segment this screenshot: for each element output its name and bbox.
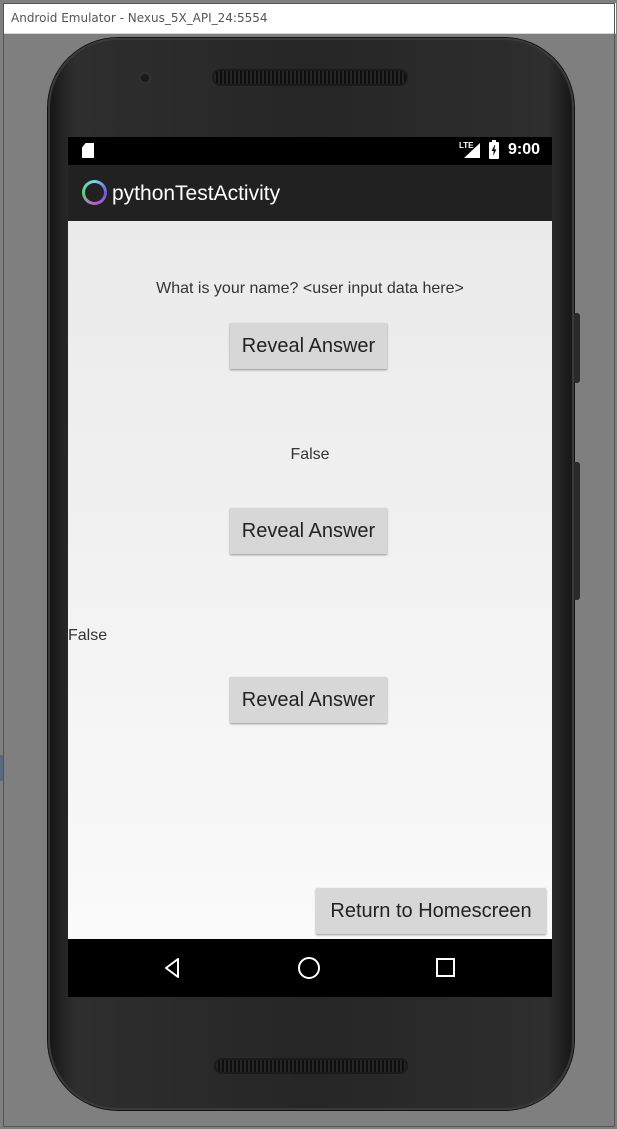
app-logo-icon (82, 180, 107, 205)
navigation-bar (68, 939, 552, 997)
question-text: What is your name? <user input data here… (156, 280, 464, 297)
power-button[interactable] (574, 313, 580, 383)
reveal-answer-button-3[interactable]: Reveal Answer (230, 677, 387, 723)
emulator-window-title: Android Emulator - Nexus_5X_API_24:5554 (11, 11, 268, 25)
status-time: 9:00 (508, 141, 541, 158)
back-icon[interactable] (164, 958, 180, 978)
recent-apps-icon[interactable] (436, 958, 455, 977)
top-speaker-grille (212, 69, 408, 86)
answer-text-1: False (290, 446, 330, 463)
app-title: pythonTestActivity (112, 182, 281, 205)
device-screen: LTE 9:00 pythonTestActivity What is your… (68, 137, 552, 997)
action-bar: pythonTestActivity (68, 165, 552, 221)
reveal-answer-button-2[interactable]: Reveal Answer (230, 508, 387, 554)
emulator-titlebar[interactable]: Android Emulator - Nexus_5X_API_24:5554 (3, 3, 616, 34)
battery-charging-icon (489, 140, 499, 159)
lte-indicator: LTE (459, 141, 474, 150)
home-icon[interactable] (298, 957, 320, 979)
return-to-homescreen-button[interactable]: Return to Homescreen (316, 888, 546, 934)
sd-card-icon (82, 143, 94, 158)
bottom-speaker-grille (214, 1058, 408, 1074)
main-content: What is your name? <user input data here… (68, 221, 552, 939)
volume-button[interactable] (574, 462, 580, 600)
background-window-edge (0, 755, 4, 781)
reveal-answer-button-1[interactable]: Reveal Answer (230, 323, 387, 369)
front-camera-icon (138, 71, 152, 85)
answer-text-2: False (68, 627, 108, 644)
status-bar: LTE 9:00 (68, 137, 552, 165)
